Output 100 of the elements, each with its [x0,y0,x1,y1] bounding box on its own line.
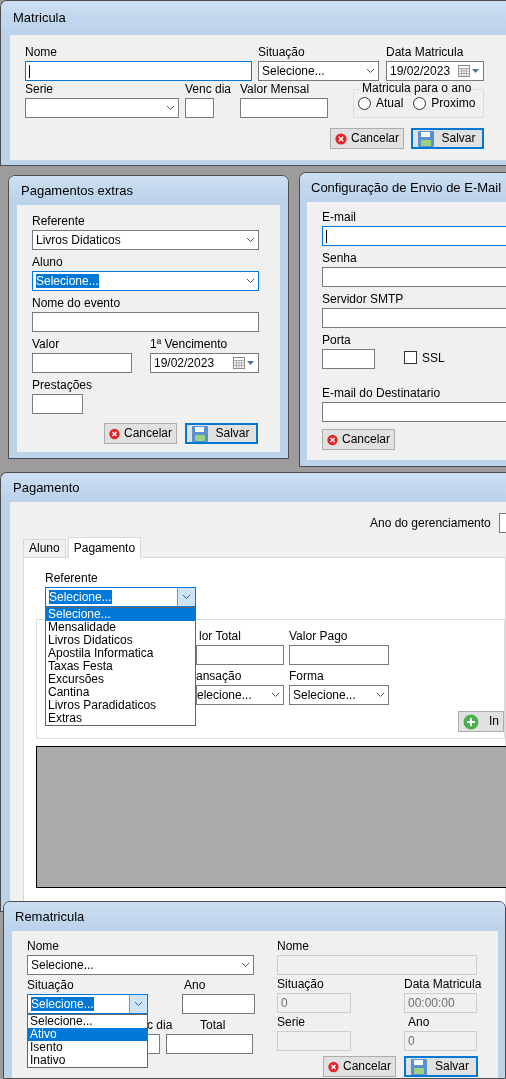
text-field[interactable] [322,402,506,422]
date-picker[interactable]: 19/02/2023 [386,61,484,81]
chevron-down-icon [366,68,375,74]
field-label: Servidor SMTP [322,291,404,308]
text-field[interactable] [182,994,255,1014]
dropdown[interactable]: Selecione... [32,271,259,291]
dropdown[interactable]: Selecione... [289,685,389,705]
tab[interactable]: Aluno [23,539,66,557]
dropdown[interactable] [25,98,179,118]
chevron-down-icon [246,278,255,284]
window-title: Configuração de Envio de E-Mail [311,179,502,196]
list-option[interactable]: Taxas Festa [46,660,195,673]
field-label: Situação [258,44,305,61]
field-label: Serie [277,1014,305,1031]
window-title: Rematricula [15,908,85,925]
field-label: Ano [184,977,206,994]
text-field[interactable] [240,98,328,118]
text-field[interactable] [322,308,506,328]
cancel-button[interactable]: Cancelar [323,1056,396,1077]
add-button[interactable]: In [458,711,504,732]
save-button[interactable]: Salvar [411,128,484,149]
save-button[interactable]: Salvar [404,1056,478,1077]
field-label: Ano [408,1014,430,1031]
tab[interactable]: Pagamento [67,537,142,558]
text-field[interactable] [289,645,389,665]
text-field[interactable] [196,645,284,665]
list-option[interactable]: Excursões [46,673,195,686]
field-label: Referente [45,570,98,587]
field-label: Prestações [32,377,93,394]
dropdown[interactable]: Selecione... [27,955,254,975]
field-label: Total [200,1017,226,1034]
dropdown[interactable]: Livros Didaticos [32,230,259,250]
radio-button[interactable] [413,97,427,110]
option-label: Atual [376,96,404,111]
dropdown[interactable]: Selecione... [258,61,379,81]
field-label: Nome do evento [32,295,121,312]
field-label: Senha [322,250,357,267]
text-field[interactable] [166,1034,253,1054]
list-option[interactable]: Selecione... [46,608,195,621]
field-label: Valor Mensal [240,81,310,98]
group-title: Matricula para o ano [360,81,474,96]
text-field[interactable] [185,98,214,118]
list-option[interactable]: Extras [46,712,195,725]
field-label: Valor [32,336,60,353]
chevron-down-icon [241,962,250,968]
field-label: lor Total [199,628,241,645]
save-button[interactable]: Salvar [185,423,258,444]
field-label: Forma [289,668,324,685]
checkbox[interactable] [404,351,417,365]
cancel-icon [335,130,347,147]
field-label: Referente [32,213,85,230]
list-option[interactable]: Isento [28,1041,147,1054]
dropdown[interactable]: Selecione... [45,587,196,607]
calendar-icon [233,357,255,369]
window-title: Matricula [13,10,66,26]
text-field[interactable] [32,394,83,414]
text-field[interactable] [322,267,506,287]
chevron-down-icon [129,995,147,1013]
option-label: SSL [422,350,445,365]
field-label: 1ª Vencimento [150,336,228,353]
text-field[interactable] [322,349,375,369]
field-label: Nome [27,938,59,955]
field-label: Valor Pago [289,628,348,645]
field-label: Venc dia [185,81,232,98]
text-field[interactable] [32,353,132,373]
list-option[interactable]: Selecione... [28,1015,147,1028]
date-picker[interactable]: 19/02/2023 [150,353,259,373]
cancel-button[interactable]: Cancelar [330,128,404,149]
chevron-down-icon [246,237,255,243]
list-option[interactable]: Mensalidade [46,621,195,634]
radio-button[interactable] [358,97,371,110]
text-cursor [326,229,327,243]
field-label: c dia [147,1017,173,1034]
dropdown[interactable]: elecione... [196,685,284,705]
text-cursor [29,64,30,78]
field-label: Data Matricula [386,44,464,61]
list-option[interactable]: Apostila Informatica [46,647,195,660]
list-option[interactable]: Livros Didaticos [46,634,195,647]
dropdown[interactable]: Selecione... [27,994,148,1014]
window-title: Pagamento [13,479,80,496]
option-label: Proximo [431,96,476,111]
list-option[interactable]: Livros Paradidaticos [46,699,195,712]
chevron-down-icon [271,692,280,698]
text-field[interactable] [322,226,506,246]
field-label: Nome [25,44,57,61]
cancel-button[interactable]: Cancelar [322,429,395,450]
field-label: Situação [27,977,74,994]
field-label: E-mail [322,209,356,226]
field-label: ansação [196,668,242,685]
field-label: E-mail do Destinatario [322,385,441,402]
list-option[interactable]: Inativo [28,1054,147,1067]
text-field[interactable] [32,312,259,332]
list-option[interactable]: Cantina [46,686,195,699]
chevron-down-icon [376,692,385,698]
text-field[interactable] [25,61,252,81]
field-label: Situação [277,976,324,993]
list-option[interactable]: Ativo [28,1028,147,1041]
chevron-down-icon [166,105,175,111]
field-label: Aluno [32,254,63,271]
cancel-button[interactable]: Cancelar [104,423,177,444]
